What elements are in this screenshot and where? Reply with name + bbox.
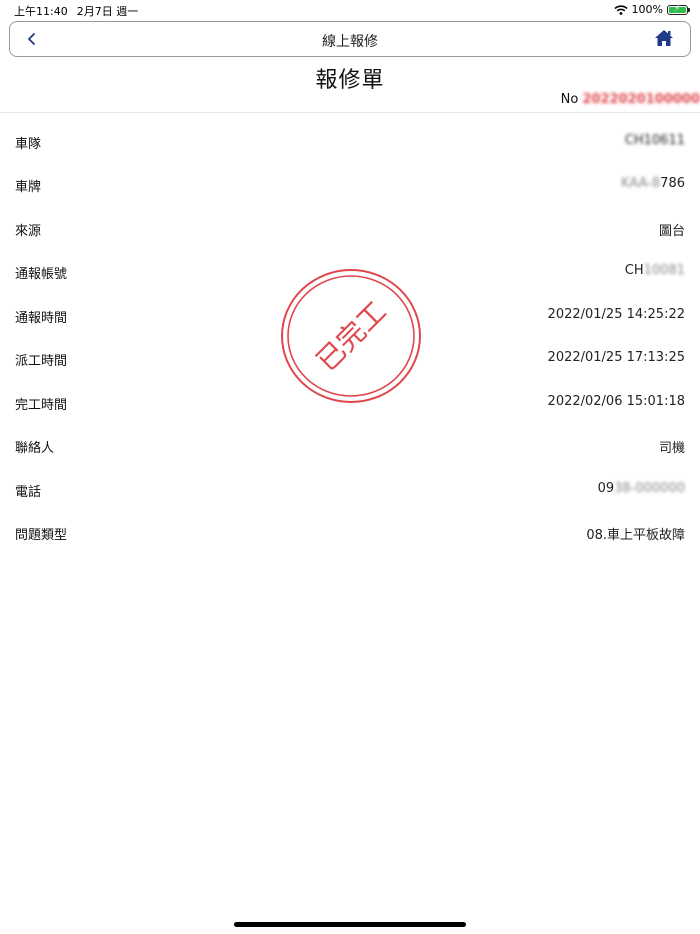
stamp-text: 已完工 <box>310 295 393 378</box>
completed-stamp: 已完工 <box>280 268 422 404</box>
detail-label: 車牌 <box>15 180 42 195</box>
battery-icon: ⚡ <box>667 3 690 15</box>
detail-value: CH10081 <box>624 263 685 278</box>
detail-value: CH10611 <box>624 133 685 148</box>
detail-label: 派工時間 <box>15 354 68 369</box>
detail-value: 08.車上平板故障 <box>586 528 685 543</box>
detail-label: 問題類型 <box>15 528 68 543</box>
detail-row-source: 來源 圖台 <box>0 213 700 243</box>
detail-label: 完工時間 <box>15 398 68 413</box>
detail-label: 來源 <box>15 224 42 239</box>
detail-label: 電話 <box>15 485 42 500</box>
home-icon <box>655 30 673 46</box>
detail-value: 司機 <box>658 441 685 456</box>
nav-title: 線上報修 <box>322 34 378 50</box>
order-number-value: 2022020100000 <box>582 92 700 107</box>
home-button[interactable] <box>654 29 676 49</box>
detail-value: 2022/02/06 15:01:18 <box>547 394 685 409</box>
detail-label: 車隊 <box>15 137 42 152</box>
detail-label: 通報帳號 <box>15 267 68 282</box>
order-number: No 2022020100000 <box>561 92 700 107</box>
detail-row-phone: 電話 0938-000000 <box>0 474 700 504</box>
page-title: 報修單 <box>315 68 385 93</box>
wifi-icon <box>614 4 628 15</box>
battery-percent: 100% <box>631 3 663 16</box>
detail-value: 0938-000000 <box>597 481 685 496</box>
order-label: No <box>560 92 583 107</box>
detail-value: KAA-8786 <box>621 176 685 191</box>
status-time-date: 上午11:40 2月7日 週一 <box>14 3 147 19</box>
status-indicators: 100% ⚡ <box>614 3 690 16</box>
detail-label: 聯絡人 <box>15 441 55 456</box>
status-bar: 上午11:40 2月7日 週一 100% ⚡ <box>0 0 700 20</box>
home-indicator[interactable] <box>234 922 466 927</box>
detail-row-fleet: 車隊 CH10611 <box>0 126 700 156</box>
divider <box>0 112 700 113</box>
charging-bolt-icon: ⚡ <box>674 3 681 14</box>
detail-value: 圖台 <box>658 224 685 239</box>
detail-row-contact: 聯絡人 司機 <box>0 430 700 460</box>
nav-bar: 線上報修 <box>9 21 691 57</box>
detail-value: 2022/01/25 17:13:25 <box>547 350 685 365</box>
detail-label: 通報時間 <box>15 311 68 326</box>
detail-row-issue-type: 問題類型 08.車上平板故障 <box>0 517 700 547</box>
detail-row-plate: 車牌 KAA-8786 <box>0 169 700 199</box>
detail-value: 2022/01/25 14:25:22 <box>547 307 685 322</box>
status-date: 2月7日 週一 <box>76 5 139 18</box>
status-time: 上午11:40 <box>14 5 68 18</box>
